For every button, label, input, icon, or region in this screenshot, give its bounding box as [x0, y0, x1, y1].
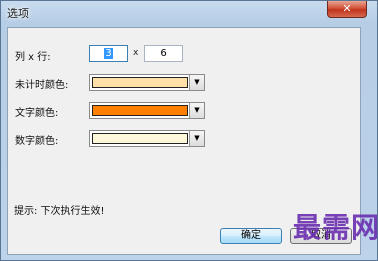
number-color-label: 数字颜色: [15, 136, 59, 147]
chevron-down-icon[interactable]: ▼ [189, 75, 204, 90]
unrevealed-color-label: 未计时颜色: [15, 80, 69, 91]
chevron-down-icon[interactable]: ▼ [189, 103, 204, 118]
options-dialog-window: 选项 ✕ 列 x 行: 3 x 6 未计时颜色: ▼ 文字颜色: ▼ 数字颜色:… [0, 0, 378, 261]
times-sign: x [133, 48, 139, 58]
columns-input[interactable]: 3 [89, 45, 128, 62]
unrevealed-color-swatch [92, 77, 188, 88]
ok-button[interactable]: 确定 [220, 228, 282, 244]
number-color-swatch [92, 133, 188, 144]
close-icon: ✕ [342, 2, 352, 15]
title-bar[interactable]: 选项 ✕ [1, 1, 377, 25]
unrevealed-color-select[interactable]: ▼ [89, 74, 205, 91]
rows-value: 6 [160, 48, 167, 59]
text-color-label: 文字颜色: [15, 108, 59, 119]
rows-input[interactable]: 6 [144, 45, 183, 62]
close-button[interactable]: ✕ [327, 1, 367, 18]
number-color-select[interactable]: ▼ [89, 130, 205, 147]
site-watermark-logo: 最需网 [293, 211, 378, 244]
text-color-swatch [92, 105, 188, 116]
restart-hint-text: 提示: 下次执行生效! [14, 206, 105, 217]
text-color-select[interactable]: ▼ [89, 102, 205, 119]
grid-size-label: 列 x 行: [15, 52, 51, 63]
window-title: 选项 [7, 7, 29, 20]
columns-value: 3 [104, 48, 113, 59]
chevron-down-icon[interactable]: ▼ [189, 131, 204, 146]
